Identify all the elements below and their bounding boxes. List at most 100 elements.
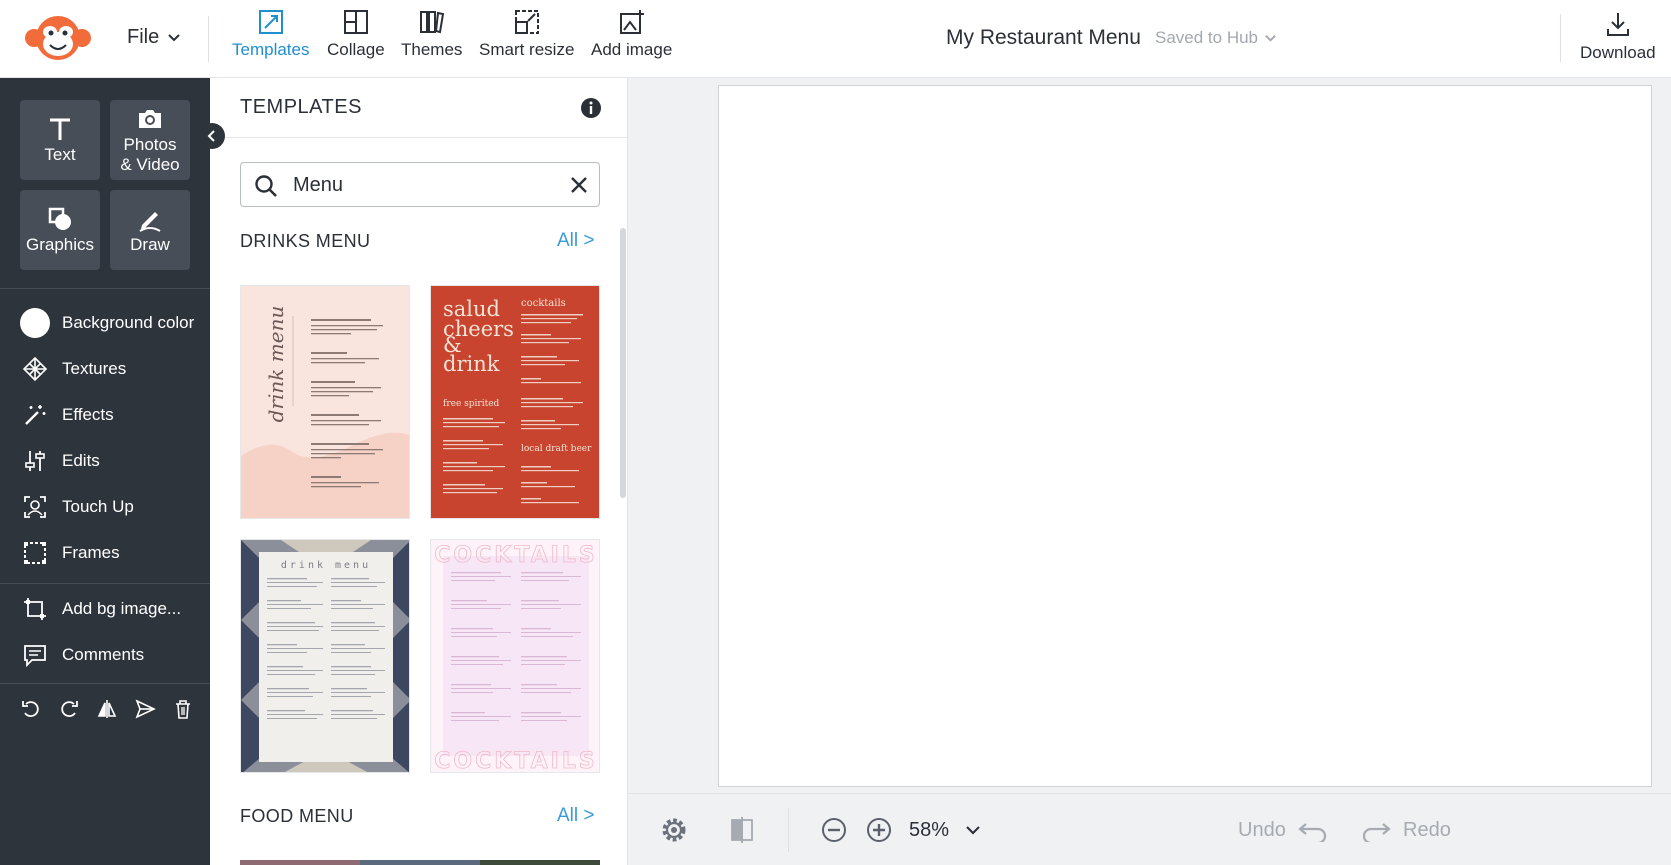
collage-icon	[343, 10, 368, 34]
sidebar-item-frames[interactable]: Frames	[20, 538, 120, 568]
sidebar-item-add-bg-image[interactable]: Add bg image...	[20, 594, 181, 624]
template-thumbnail-salud-cheers-drink[interactable]: salud cheers & drink cocktails free spir…	[430, 285, 600, 519]
flip-icon[interactable]	[96, 698, 118, 720]
left-sidebar: Text Photos & Video Graphics Draw Backgr…	[0, 78, 225, 865]
settings-button[interactable]	[659, 815, 689, 845]
chevron-left-icon	[207, 130, 215, 142]
chevron-down-icon	[966, 826, 980, 835]
info-icon[interactable]	[580, 97, 602, 119]
search-field	[240, 162, 600, 207]
zoom-in-icon	[867, 818, 891, 842]
undo-button[interactable]: Undo	[1238, 818, 1328, 842]
saved-status-dropdown[interactable]: Saved to Hub	[1155, 28, 1277, 48]
search-input[interactable]	[293, 171, 553, 199]
close-icon[interactable]	[569, 175, 589, 195]
photos-video-label-line2: & Video	[120, 155, 180, 174]
sidebar-item-label: Textures	[62, 359, 127, 378]
sidebar-divider	[0, 683, 210, 684]
drinks-menu-all-link[interactable]: All >	[557, 230, 595, 252]
panel-divider	[210, 137, 627, 138]
template-section3: local draft beer	[521, 444, 592, 454]
template-preview: drink menu	[241, 540, 409, 772]
camera-icon	[139, 110, 161, 128]
sidebar-item-label: Background color	[62, 313, 195, 332]
sidebar-item-label: Add bg image...	[62, 599, 182, 618]
tab-smart-resize[interactable]: Smart resize	[479, 8, 574, 60]
collapse-panel-button[interactable]	[199, 123, 225, 149]
download-label: Download	[1580, 43, 1656, 62]
tab-add-image[interactable]: Add image	[591, 8, 672, 60]
zoom-out-icon	[822, 818, 846, 842]
template-preview: salud cheers & drink cocktails free spir…	[431, 286, 599, 518]
section-label-drinks-menu: DRINKS MENU	[240, 231, 371, 251]
trash-icon[interactable]	[172, 698, 194, 720]
tab-themes[interactable]: Themes	[401, 8, 462, 60]
sidebar-item-background-color[interactable]: Background color	[20, 308, 194, 338]
sidebar-item-label: Touch Up	[62, 497, 134, 516]
frame-icon	[24, 542, 46, 564]
download-icon	[1606, 13, 1629, 36]
tab-templates[interactable]: Templates	[232, 8, 309, 60]
sidebar-item-effects[interactable]: Effects	[20, 400, 114, 430]
zoom-in-button[interactable]	[864, 815, 894, 845]
top-toolbar: File Templates Collage Themes Smart resi…	[0, 0, 1671, 78]
zoom-out-button[interactable]	[819, 815, 849, 845]
template-thumbnail-cocktails-pink[interactable]: COCKTAILS COCKTAILS	[430, 539, 600, 773]
sidebar-item-edits[interactable]: Edits	[20, 446, 100, 476]
file-menu-label: File	[127, 26, 160, 48]
toolbar-divider	[1560, 14, 1561, 62]
draw-button[interactable]: Draw	[110, 190, 190, 270]
tab-templates-label: Templates	[232, 40, 310, 59]
monkey-logo-icon[interactable]	[22, 14, 94, 62]
section-label-food-menu: FOOD MENU	[240, 806, 354, 826]
tab-collage-label: Collage	[327, 40, 385, 59]
sidebar-item-comments[interactable]: Comments	[20, 640, 144, 670]
template-section2: free spirited	[443, 399, 500, 409]
document-title[interactable]: My Restaurant Menu	[946, 26, 1141, 50]
panel-scrollbar[interactable]	[620, 228, 626, 498]
send-icon[interactable]	[134, 698, 156, 720]
object-tools	[20, 698, 194, 720]
zoom-dropdown-button[interactable]	[964, 821, 982, 839]
template-headline-line4: drink	[443, 352, 500, 376]
sliders-icon	[25, 451, 45, 471]
chevron-down-icon	[1265, 34, 1276, 42]
sidebar-divider	[0, 583, 210, 584]
template-headline-top: COCKTAILS	[434, 543, 597, 568]
text-tool-label: Text	[44, 145, 76, 164]
template-preview: COCKTAILS COCKTAILS	[431, 540, 599, 773]
crop-icon	[24, 598, 46, 620]
text-tool-button[interactable]: Text	[20, 100, 100, 180]
rotate-left-icon[interactable]	[20, 698, 42, 720]
bottom-toolbar: 58% Undo Redo	[628, 793, 1671, 865]
food-menu-thumbnail-strip[interactable]	[240, 860, 600, 865]
download-button[interactable]: Download	[1580, 10, 1656, 63]
redo-label: Redo	[1403, 818, 1451, 841]
redo-arrow-icon	[1362, 823, 1391, 842]
saved-status-label: Saved to Hub	[1155, 28, 1259, 47]
sidebar-item-label: Comments	[62, 645, 145, 664]
toolbar-divider	[208, 16, 209, 62]
graphics-icon	[48, 207, 71, 230]
template-thumbnail-drink-menu-patterned[interactable]: drink menu	[240, 539, 410, 773]
photos-video-button[interactable]: Photos & Video	[110, 100, 190, 180]
sidebar-item-textures[interactable]: Textures	[20, 354, 126, 384]
sidebar-item-touch-up[interactable]: Touch Up	[20, 492, 134, 522]
comment-icon	[24, 645, 46, 668]
design-canvas[interactable]	[718, 85, 1652, 787]
food-menu-all-link[interactable]: All >	[557, 805, 595, 827]
rotate-right-icon[interactable]	[58, 698, 80, 720]
redo-button[interactable]: Redo	[1361, 818, 1451, 842]
face-icon	[24, 496, 46, 518]
template-headline-bottom: COCKTAILS	[434, 749, 597, 773]
graphics-button[interactable]: Graphics	[20, 190, 100, 270]
search-icon	[255, 175, 277, 197]
template-thumbnail-drink-menu-pink[interactable]: drink menu	[240, 285, 410, 519]
tab-collage[interactable]: Collage	[327, 8, 385, 60]
gear-icon	[662, 818, 686, 842]
magic-wand-icon	[25, 405, 46, 425]
compare-view-button[interactable]	[727, 815, 757, 845]
file-menu[interactable]: File	[127, 26, 181, 49]
themes-icon	[419, 11, 444, 34]
tab-themes-label: Themes	[401, 40, 463, 59]
